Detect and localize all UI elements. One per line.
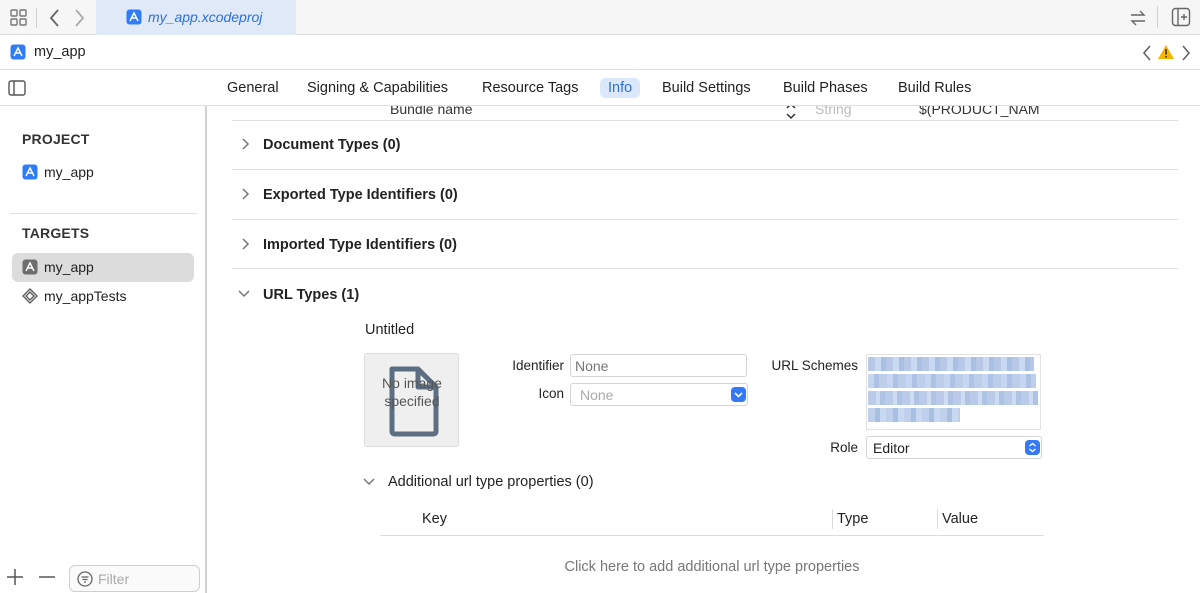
stepper-icon bbox=[1025, 440, 1040, 455]
column-header-key[interactable]: Key bbox=[422, 511, 447, 527]
role-label: Role bbox=[830, 440, 858, 455]
url-schemes-label: URL Schemes bbox=[771, 358, 858, 373]
previous-issue-icon[interactable] bbox=[1141, 44, 1153, 62]
add-icon[interactable] bbox=[6, 568, 24, 586]
sidebar-toggle-icon[interactable] bbox=[8, 80, 26, 96]
tab-build-rules[interactable]: Build Rules bbox=[890, 78, 979, 98]
editor-tab-bar: General Signing & Capabilities Resource … bbox=[0, 70, 1200, 106]
tab-build-phases[interactable]: Build Phases bbox=[775, 78, 876, 98]
test-bundle-icon bbox=[22, 288, 38, 304]
chevron-down-icon bbox=[731, 387, 746, 402]
redacted-text bbox=[868, 391, 1038, 405]
warning-icon[interactable] bbox=[1157, 44, 1175, 60]
url-type-name[interactable]: Untitled bbox=[365, 322, 414, 338]
window-tab-bar: my_app.xcodeproj bbox=[0, 0, 1200, 35]
column-header-value[interactable]: Value bbox=[942, 511, 978, 527]
breadcrumb[interactable]: my_app bbox=[34, 44, 86, 60]
divider bbox=[232, 169, 1178, 170]
plist-value[interactable]: $(PRODUCT_NAM bbox=[919, 106, 1040, 117]
tab-general[interactable]: General bbox=[219, 78, 287, 98]
redacted-text bbox=[868, 357, 1034, 371]
chevron-down-icon[interactable] bbox=[237, 289, 251, 299]
role-select[interactable]: Editor bbox=[866, 436, 1042, 459]
filter-icon bbox=[77, 571, 93, 587]
divider bbox=[937, 509, 938, 529]
role-select-value: Editor bbox=[873, 440, 910, 456]
add-property-hint[interactable]: Click here to add additional url type pr… bbox=[380, 559, 1044, 575]
tab-resource-tags[interactable]: Resource Tags bbox=[474, 78, 586, 98]
forward-icon[interactable] bbox=[72, 8, 86, 28]
filter-field[interactable]: Filter bbox=[69, 565, 200, 592]
xcode-project-icon bbox=[10, 44, 26, 60]
divider bbox=[36, 8, 37, 28]
divider bbox=[232, 268, 1178, 269]
divider bbox=[832, 509, 833, 529]
chevron-right-icon[interactable] bbox=[240, 137, 250, 151]
divider bbox=[1157, 6, 1158, 28]
tab-project-file[interactable]: my_app.xcodeproj bbox=[96, 0, 296, 35]
redacted-text bbox=[868, 408, 960, 422]
url-type-image-well[interactable]: No image specified bbox=[364, 353, 459, 447]
xcode-project-icon bbox=[126, 9, 142, 25]
section-exported-types[interactable]: Exported Type Identifiers (0) bbox=[263, 187, 458, 203]
xcode-project-icon bbox=[22, 164, 38, 180]
divider bbox=[10, 213, 197, 214]
app-target-icon bbox=[22, 259, 38, 275]
section-imported-types[interactable]: Imported Type Identifiers (0) bbox=[263, 237, 457, 253]
project-navigator: PROJECT my_app TARGETS my_app my_appTest… bbox=[0, 106, 207, 593]
additional-properties-title[interactable]: Additional url type properties (0) bbox=[388, 474, 594, 490]
chevron-down-icon[interactable] bbox=[362, 477, 376, 487]
identifier-label: Identifier bbox=[512, 358, 564, 373]
icon-select-value: None bbox=[580, 387, 614, 403]
plist-key[interactable]: Bundle name bbox=[390, 106, 473, 117]
image-placeholder-text: No image specified bbox=[382, 375, 442, 409]
stepper-icon[interactable] bbox=[785, 106, 797, 120]
sidebar-item-label: my_appTests bbox=[44, 288, 127, 304]
filter-placeholder: Filter bbox=[98, 571, 130, 587]
add-editor-icon[interactable] bbox=[1171, 7, 1191, 27]
icon-select[interactable]: None bbox=[570, 383, 748, 406]
tab-signing-capabilities[interactable]: Signing & Capabilities bbox=[299, 78, 456, 98]
url-schemes-field[interactable] bbox=[866, 354, 1041, 430]
grid-icon[interactable] bbox=[10, 9, 28, 27]
redacted-text bbox=[868, 374, 1036, 388]
project-header: PROJECT bbox=[22, 131, 90, 147]
section-url-types[interactable]: URL Types (1) bbox=[263, 287, 359, 303]
tab-build-settings[interactable]: Build Settings bbox=[654, 78, 759, 98]
divider bbox=[232, 219, 1178, 220]
remove-icon[interactable] bbox=[38, 568, 56, 586]
plist-type[interactable]: String bbox=[815, 106, 852, 117]
sidebar-item-label: my_app bbox=[44, 164, 94, 180]
section-document-types[interactable]: Document Types (0) bbox=[263, 137, 401, 153]
back-icon[interactable] bbox=[48, 8, 62, 28]
properties-table-header: Key Type Value bbox=[380, 506, 1044, 536]
tab-info[interactable]: Info bbox=[600, 78, 641, 98]
chevron-right-icon[interactable] bbox=[240, 187, 250, 201]
identifier-field[interactable] bbox=[570, 354, 747, 377]
sidebar-item-project[interactable]: my_app bbox=[12, 158, 194, 187]
sidebar-item-label: my_app bbox=[44, 259, 94, 275]
sidebar-item-target-tests[interactable]: my_appTests bbox=[12, 282, 194, 311]
divider bbox=[232, 120, 1178, 121]
chevron-right-icon[interactable] bbox=[240, 237, 250, 251]
column-header-type[interactable]: Type bbox=[837, 511, 868, 527]
sidebar-item-target-app[interactable]: my_app bbox=[12, 253, 194, 282]
breadcrumb-bar: my_app bbox=[0, 35, 1200, 70]
icon-label: Icon bbox=[538, 386, 564, 401]
swap-icon[interactable] bbox=[1128, 8, 1148, 28]
next-issue-icon[interactable] bbox=[1180, 44, 1192, 62]
tab-label: my_app.xcodeproj bbox=[148, 9, 263, 25]
targets-header: TARGETS bbox=[22, 225, 90, 241]
